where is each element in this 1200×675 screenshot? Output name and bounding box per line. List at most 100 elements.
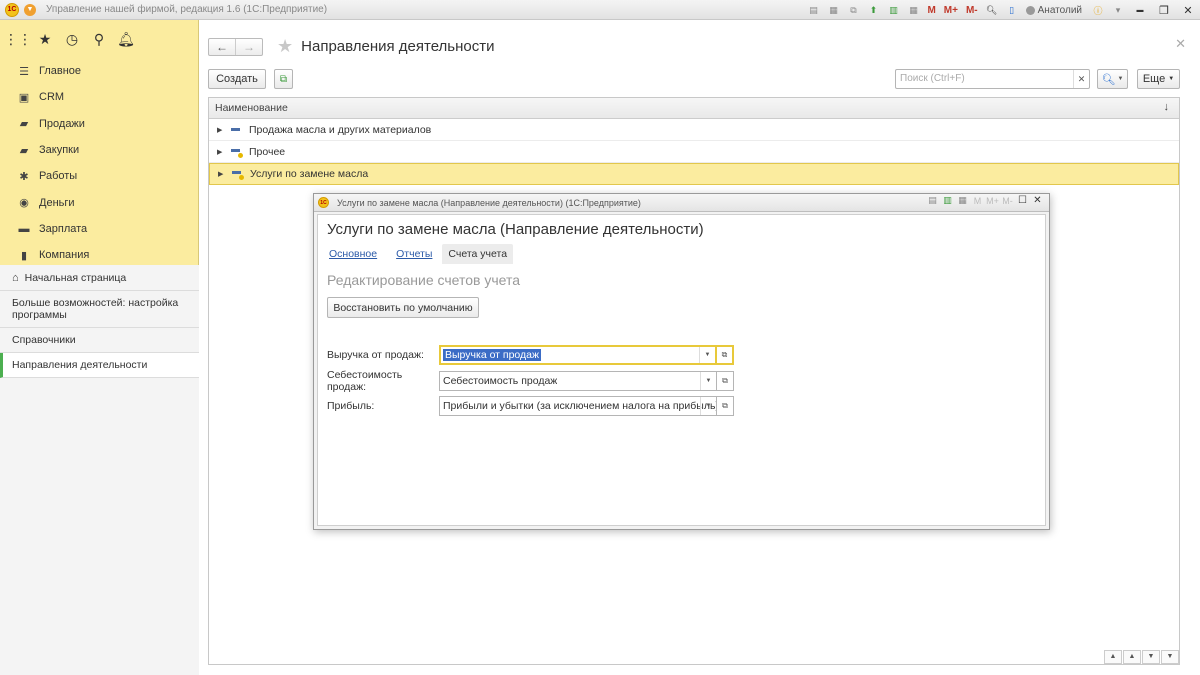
table-row[interactable]: ▶ Услуги по замене масла xyxy=(209,163,1179,185)
table-row[interactable]: ▶ Прочее xyxy=(209,141,1179,163)
sidebar-item-label: Компания xyxy=(39,249,90,262)
sort-arrow-icon[interactable]: ↓ xyxy=(1164,101,1170,113)
scroll-up-icon[interactable]: ▲ xyxy=(1123,650,1141,664)
field-value: Выручка от продаж xyxy=(443,348,542,361)
field-value: Прибыли и убытки (за исключением налога … xyxy=(443,399,716,412)
account-select-field[interactable]: Прибыли и убытки (за исключением налога … xyxy=(439,395,717,416)
save-icon[interactable]: ▦ xyxy=(825,2,841,18)
sidebar-item-4[interactable]: ▰ Закупки xyxy=(0,137,198,163)
expand-arrow-icon[interactable]: ▶ xyxy=(217,148,231,156)
sidebar-item-7[interactable]: ▬ Зарплата xyxy=(0,216,198,242)
tab-3[interactable]: Счета учета xyxy=(442,244,514,264)
field-row: Прибыль: Прибыли и убытки (за исключением… xyxy=(327,395,734,416)
notifications-bell-icon[interactable]: 🔔︎ xyxy=(117,31,135,47)
sidebar-item-3[interactable]: ▰ Продажи xyxy=(0,111,198,137)
apps-grid-icon[interactable]: ⋮⋮ xyxy=(4,31,32,47)
sidebar-item-6[interactable]: ◉ Деньги xyxy=(0,189,198,215)
chevron-down-icon[interactable]: ▼ xyxy=(700,371,716,390)
maximize-icon[interactable]: ☐ xyxy=(1015,195,1030,206)
copy-icon: ⧉ xyxy=(279,73,288,85)
dialog-body: Услуги по замене масла (Направление деят… xyxy=(317,214,1046,526)
crm-icon: ▣ xyxy=(18,91,30,104)
panels-icon[interactable]: ▯ xyxy=(1004,2,1020,18)
column-header-name[interactable]: Наименование xyxy=(215,102,288,114)
table-header[interactable]: Наименование ↓ xyxy=(209,98,1179,119)
create-button[interactable]: Создать xyxy=(208,69,266,89)
dialog-close-icon[interactable]: ✕ xyxy=(1030,195,1045,206)
memory-plus-button[interactable]: M+ xyxy=(985,196,1000,206)
restore-button[interactable]: ❐ xyxy=(1152,4,1176,17)
close-button[interactable]: ✕ xyxy=(1176,4,1200,17)
page-title: Направления деятельности xyxy=(301,38,495,55)
forward-arrow-icon[interactable]: → xyxy=(235,38,262,55)
scroll-bottom-icon[interactable]: ▼ xyxy=(1161,650,1179,664)
account-select-field[interactable]: Выручка от продаж ▼ xyxy=(439,344,717,365)
expand-arrow-icon[interactable]: ▶ xyxy=(217,126,231,134)
print-icon[interactable]: ▤ xyxy=(805,2,821,18)
clear-search-icon[interactable]: ✕ xyxy=(1073,70,1089,88)
restore-defaults-button[interactable]: Восстановить по умолчанию xyxy=(327,297,479,318)
calculator-icon[interactable]: ▥ xyxy=(940,195,955,206)
chevron-down-icon: ▼ xyxy=(1117,76,1124,82)
memory-minus-button[interactable]: M- xyxy=(1000,196,1015,206)
find-button[interactable]: 🔍︎ ▼ xyxy=(1097,69,1128,89)
item-icon xyxy=(231,148,245,158)
open-item-icon[interactable]: ⧉ xyxy=(717,395,734,416)
memory-button[interactable]: M xyxy=(925,2,937,18)
zoom-icon[interactable]: 🔍︎ xyxy=(984,2,1000,18)
account-select-field[interactable]: Себестоимость продаж ▼ xyxy=(439,370,717,391)
info-icon[interactable]: ⓘ xyxy=(1090,2,1106,18)
row-name: Прочее xyxy=(249,145,286,158)
dialog-subheading: Редактирование счетов учета xyxy=(327,272,521,288)
open-item-icon[interactable]: ⧉ xyxy=(717,344,734,365)
history-icon[interactable]: ◷ xyxy=(64,31,80,47)
link-icon[interactable]: ⧉ xyxy=(845,2,861,18)
calculator-icon[interactable]: ▥ xyxy=(885,2,901,18)
current-window-link[interactable]: Направления деятельности xyxy=(0,353,199,378)
more-features-link[interactable]: Больше возможностей: настройка программы xyxy=(0,291,199,328)
open-item-icon[interactable]: ⧉ xyxy=(717,370,734,391)
sidebar-item-label: Закупки xyxy=(39,144,80,157)
catalogs-link[interactable]: Справочники xyxy=(0,328,199,353)
calendar-icon[interactable]: ▦ xyxy=(905,2,921,18)
sidebar-item-5[interactable]: ✱ Работы xyxy=(0,163,198,189)
favorite-star-icon[interactable]: ★ xyxy=(277,36,293,57)
chevron-down-icon[interactable]: ▼ xyxy=(700,396,716,415)
copy-button[interactable]: ⧉ xyxy=(274,69,293,89)
scroll-top-icon[interactable]: ▲ xyxy=(1104,650,1122,664)
table-row[interactable]: ▶ Продажа масла и других материалов xyxy=(209,119,1179,141)
main-menu-icon[interactable]: ▼ xyxy=(24,3,36,16)
compare-icon[interactable]: ⬆ xyxy=(865,2,881,18)
more-button[interactable]: Еще ▼ xyxy=(1137,69,1180,89)
scroll-buttons: ▲ ▲ ▼ ▼ xyxy=(1103,650,1179,664)
tab-1[interactable]: Основное xyxy=(327,248,379,260)
memory-minus-button[interactable]: M- xyxy=(964,2,980,18)
memory-plus-button[interactable]: M+ xyxy=(942,2,960,18)
back-arrow-icon[interactable]: ← xyxy=(209,39,235,55)
sidebar-item-1[interactable]: ☰ Главное xyxy=(0,58,198,84)
print-icon[interactable]: ▤ xyxy=(925,195,940,206)
tab-2[interactable]: Отчеты xyxy=(394,248,434,260)
settings-menu-icon[interactable]: ▾ xyxy=(1110,2,1126,18)
calendar-icon[interactable]: ▦ xyxy=(955,195,970,206)
expand-arrow-icon[interactable]: ▶ xyxy=(218,170,232,178)
magnifier-icon: 🔍︎ xyxy=(1101,73,1116,86)
item-icon xyxy=(232,170,246,180)
sidebar-item-label: Главное xyxy=(39,65,82,78)
sidebar-item-label: Продажи xyxy=(39,117,85,130)
dialog-tabs: Основное Отчеты Счета учета xyxy=(327,243,528,265)
minimize-button[interactable]: ▬ xyxy=(1128,7,1152,14)
search-icon[interactable]: ⚲ xyxy=(91,31,107,47)
scroll-down-icon[interactable]: ▼ xyxy=(1142,650,1160,664)
favorites-star-icon[interactable]: ★ xyxy=(37,31,53,47)
search-input[interactable]: Поиск (Ctrl+F) ✕ xyxy=(895,69,1090,89)
chevron-down-icon[interactable]: ▼ xyxy=(699,346,715,363)
sidebar-item-2[interactable]: ▣ CRM xyxy=(0,84,198,110)
home-page-link[interactable]: ⌂ Начальная страница xyxy=(0,265,199,291)
works-icon: ✱ xyxy=(19,170,29,183)
user-menu[interactable]: Анатолий xyxy=(1025,5,1082,16)
form-toolbar: Создать ⧉ Поиск (Ctrl+F) ✕ 🔍︎ ▼ Еще ▼ xyxy=(208,69,1180,90)
close-form-icon[interactable]: ✕ xyxy=(1175,36,1186,52)
memory-button[interactable]: M xyxy=(970,196,985,206)
window-title: Управление нашей фирмой, редакция 1.6 (1… xyxy=(46,4,328,15)
